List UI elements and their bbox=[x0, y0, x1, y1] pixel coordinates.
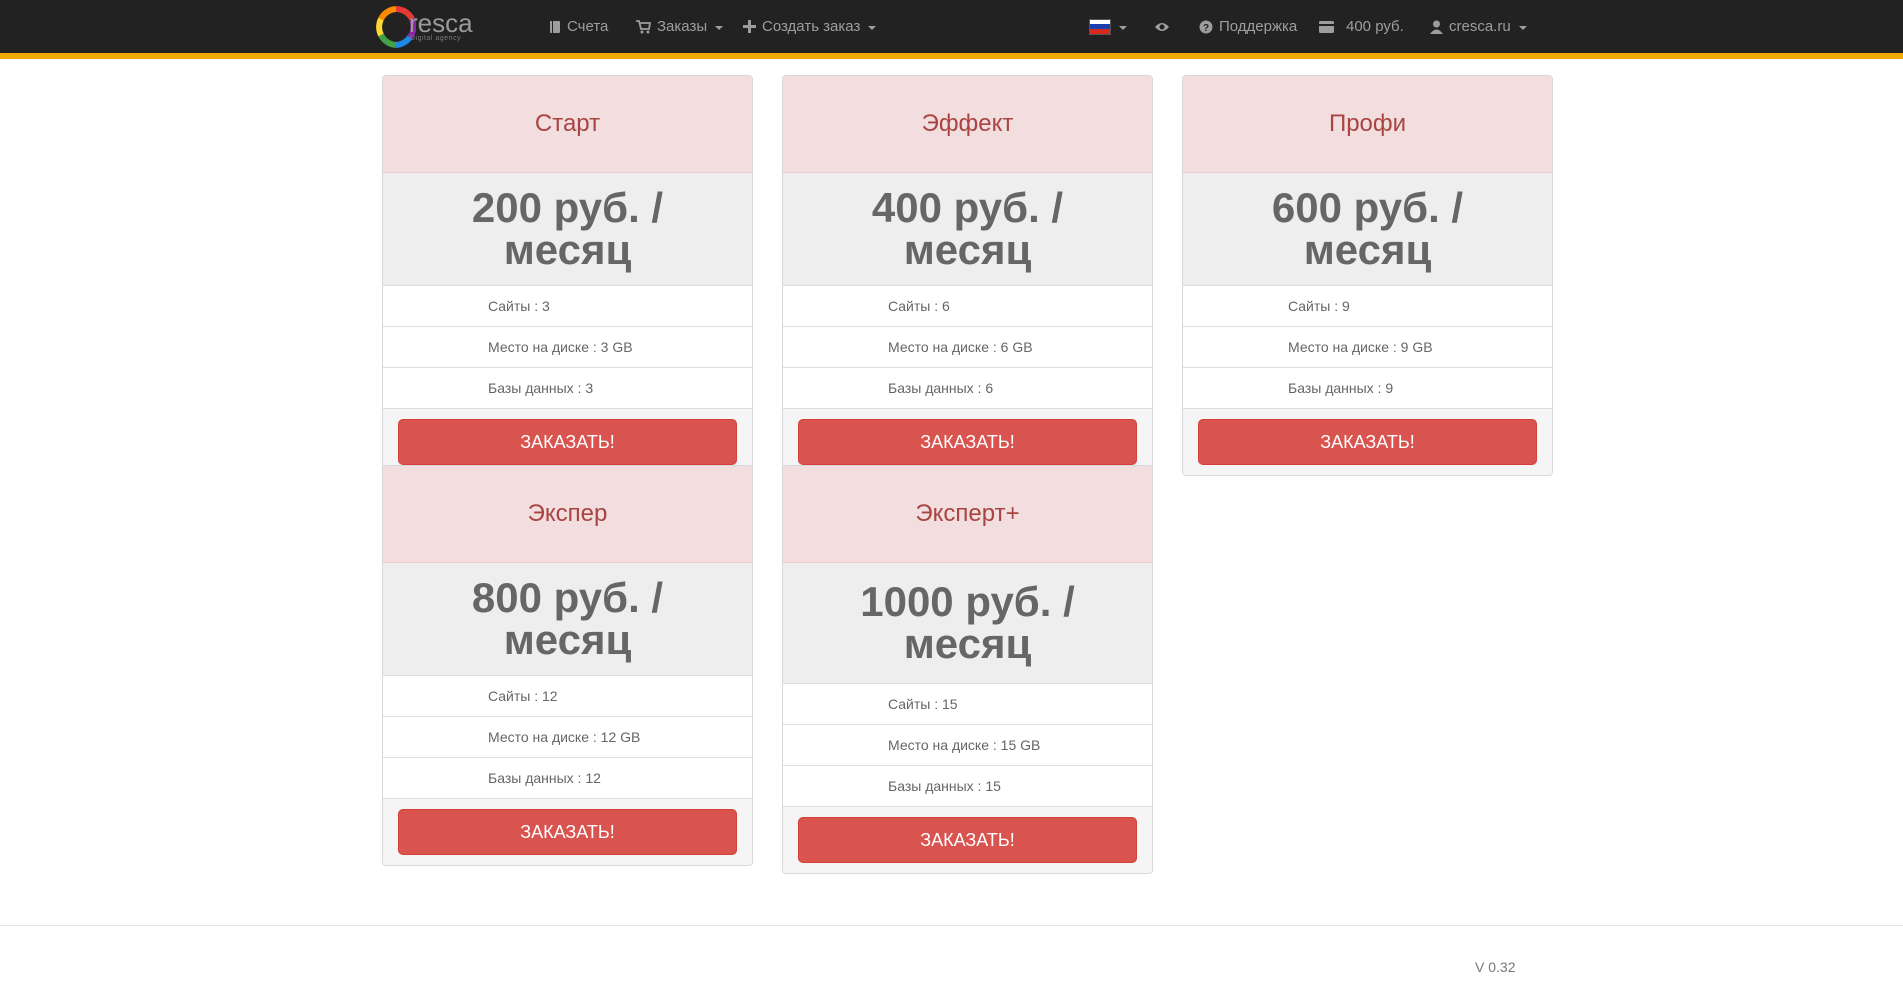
nav-invoices-label: Счета bbox=[567, 18, 609, 35]
plan-price: 600 руб. / месяц bbox=[1183, 173, 1552, 286]
account-dropdown[interactable]: cresca.ru bbox=[1430, 0, 1527, 53]
plan-footer: ЗАКАЗАТЬ! bbox=[783, 807, 1152, 873]
order-button[interactable]: ЗАКАЗАТЬ! bbox=[1198, 419, 1537, 465]
plan-sites: Сайты : 12 bbox=[383, 676, 752, 717]
plan-title: Эксперт+ bbox=[783, 466, 1152, 563]
plan-title: Старт bbox=[383, 76, 752, 173]
plan-title: Профи bbox=[1183, 76, 1552, 173]
plan-disk: Место на диске : 3 GB bbox=[383, 327, 752, 368]
nav-support[interactable]: ? Поддержка bbox=[1199, 0, 1297, 53]
svg-text:?: ? bbox=[1203, 23, 1209, 34]
plan-databases: Базы данных : 3 bbox=[383, 368, 752, 409]
order-button[interactable]: ЗАКАЗАТЬ! bbox=[798, 419, 1137, 465]
plan-databases: Базы данных : 15 bbox=[783, 766, 1152, 807]
view-toggle[interactable] bbox=[1154, 0, 1170, 53]
plan-sites: Сайты : 15 bbox=[783, 684, 1152, 725]
plan-databases: Базы данных : 6 bbox=[783, 368, 1152, 409]
plan-price: 1000 руб. / месяц bbox=[783, 563, 1152, 684]
brand-subtitle: Digital agency bbox=[410, 35, 461, 42]
nav-support-label: Поддержка bbox=[1219, 18, 1298, 35]
plan-sites: Сайты : 9 bbox=[1183, 286, 1552, 327]
plan-databases: Базы данных : 12 bbox=[383, 758, 752, 799]
order-button[interactable]: ЗАКАЗАТЬ! bbox=[798, 817, 1137, 863]
plan-card-profi: Профи 600 руб. / месяц Сайты : 9 Место н… bbox=[1182, 75, 1553, 476]
brand-logo[interactable]: resca Digital agency bbox=[376, 5, 486, 49]
top-navbar: resca Digital agency Счета Заказы Создат… bbox=[0, 0, 1903, 59]
chevron-down-icon bbox=[1518, 25, 1527, 30]
plan-footer: ЗАКАЗАТЬ! bbox=[1183, 409, 1552, 475]
plan-disk: Место на диске : 9 GB bbox=[1183, 327, 1552, 368]
plan-sites: Сайты : 6 bbox=[783, 286, 1152, 327]
plan-disk: Место на диске : 15 GB bbox=[783, 725, 1152, 766]
order-button[interactable]: ЗАКАЗАТЬ! bbox=[398, 419, 737, 465]
chevron-down-icon bbox=[1119, 25, 1127, 30]
plan-card-exper: Экспер 800 руб. / месяц Сайты : 12 Место… bbox=[382, 465, 753, 866]
plan-price: 400 руб. / месяц bbox=[783, 173, 1152, 286]
nav-create-order-label: Создать заказ bbox=[762, 18, 861, 35]
plan-card-expert-plus: Эксперт+ 1000 руб. / месяц Сайты : 15 Ме… bbox=[782, 465, 1153, 874]
nav-invoices[interactable]: Счета bbox=[549, 0, 608, 53]
cart-icon bbox=[636, 19, 651, 33]
nav-orders-label: Заказы bbox=[657, 18, 708, 35]
chevron-down-icon bbox=[715, 25, 724, 30]
plan-sites: Сайты : 3 bbox=[383, 286, 752, 327]
order-button[interactable]: ЗАКАЗАТЬ! bbox=[398, 809, 737, 855]
plan-price: 800 руб. / месяц bbox=[383, 563, 752, 676]
user-icon bbox=[1430, 20, 1443, 34]
plan-title: Эффект bbox=[783, 76, 1152, 173]
question-circle-icon: ? bbox=[1199, 20, 1213, 34]
plan-card-effect: Эффект 400 руб. / месяц Сайты : 6 Место … bbox=[782, 75, 1153, 476]
chevron-down-icon bbox=[868, 25, 877, 30]
plan-title: Экспер bbox=[383, 466, 752, 563]
plan-footer: ЗАКАЗАТЬ! bbox=[383, 799, 752, 865]
plus-icon bbox=[743, 20, 756, 33]
nav-orders-dropdown[interactable]: Заказы bbox=[636, 0, 724, 53]
eye-icon bbox=[1155, 22, 1169, 31]
plan-disk: Место на диске : 6 GB bbox=[783, 327, 1152, 368]
nav-create-order-dropdown[interactable]: Создать заказ bbox=[743, 0, 877, 53]
nav-balance[interactable]: 400 руб. bbox=[1319, 0, 1404, 53]
credit-card-icon bbox=[1319, 20, 1334, 33]
nav-balance-label: 400 руб. bbox=[1346, 18, 1404, 35]
app-version: V 0.32 bbox=[1475, 959, 1516, 975]
plan-price: 200 руб. / месяц bbox=[383, 173, 752, 286]
plan-disk: Место на диске : 12 GB bbox=[383, 717, 752, 758]
footer-divider bbox=[0, 925, 1903, 926]
plan-databases: Базы данных : 9 bbox=[1183, 368, 1552, 409]
plan-card-start: Старт 200 руб. / месяц Сайты : 3 Место н… bbox=[382, 75, 753, 476]
language-dropdown[interactable] bbox=[1089, 0, 1127, 53]
account-label: cresca.ru bbox=[1449, 18, 1511, 35]
russia-flag-icon bbox=[1089, 18, 1111, 35]
book-icon bbox=[550, 20, 560, 33]
